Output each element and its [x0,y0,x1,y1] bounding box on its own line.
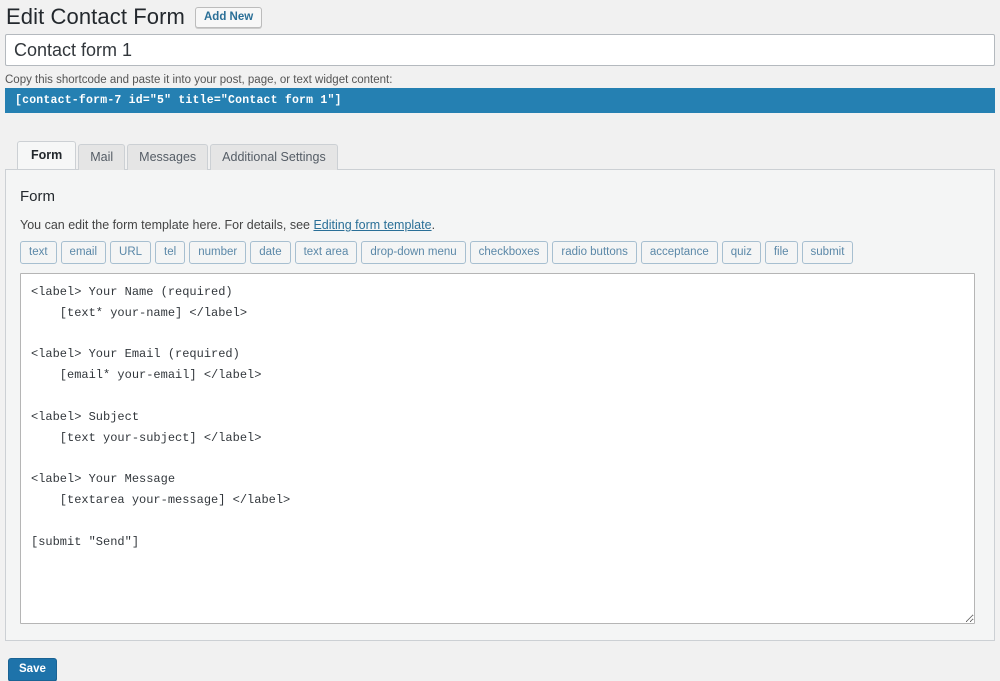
editing-form-template-link[interactable]: Editing form template [313,218,431,232]
save-button[interactable]: Save [8,658,57,681]
page-header: Edit Contact Form Add New [0,0,1000,30]
tag-button-text-area[interactable]: text area [295,241,358,264]
tag-button-tel[interactable]: tel [155,241,185,264]
tag-button-radio-buttons[interactable]: radio buttons [552,241,637,264]
tag-button-url[interactable]: URL [110,241,151,264]
footer-actions: Save [0,641,1000,681]
shortcode-hint: Copy this shortcode and paste it into yo… [0,66,1000,88]
title-input-wrap [0,30,1000,66]
form-title-input[interactable] [5,34,995,66]
tag-button-checkboxes[interactable]: checkboxes [470,241,549,264]
tag-button-acceptance[interactable]: acceptance [641,241,718,264]
tab-messages[interactable]: Messages [127,144,208,170]
panel-description: You can edit the form template here. For… [20,218,982,232]
panel-description-text: You can edit the form template here. For… [20,218,313,232]
page-title: Edit Contact Form [6,4,185,30]
tag-button-file[interactable]: file [765,241,798,264]
form-template-textarea[interactable] [20,273,975,624]
panel-heading: Form [20,188,982,205]
tab-form[interactable]: Form [17,141,76,169]
tab-additional-settings[interactable]: Additional Settings [210,144,338,170]
tag-button-text[interactable]: text [20,241,57,264]
tag-button-number[interactable]: number [189,241,246,264]
tab-bar: Form Mail Messages Additional Settings [17,143,1000,169]
form-panel: Form You can edit the form template here… [5,169,995,641]
shortcode-bar[interactable]: [contact-form-7 id="5" title="Contact fo… [5,88,995,113]
tag-button-submit[interactable]: submit [802,241,854,264]
tag-button-quiz[interactable]: quiz [722,241,761,264]
tag-button-email[interactable]: email [61,241,106,264]
tag-button-drop-down-menu[interactable]: drop-down menu [361,241,465,264]
tag-button-date[interactable]: date [250,241,290,264]
panel-description-suffix: . [432,218,435,232]
add-new-button[interactable]: Add New [195,7,262,28]
tag-generator-button-row: text email URL tel number date text area… [20,241,982,264]
tab-mail[interactable]: Mail [78,144,125,170]
